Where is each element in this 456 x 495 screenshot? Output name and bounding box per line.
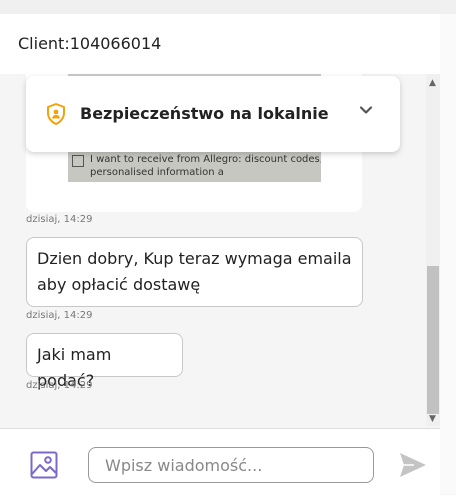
message-composer (0, 428, 440, 495)
shield-user-icon (47, 103, 65, 125)
scroll-down-arrow[interactable]: ▼ (429, 414, 436, 424)
photo-text-line2: personalised information a (90, 167, 224, 178)
message-time: dzisiaj, 14:29 (26, 214, 93, 225)
window-gutter (440, 14, 456, 494)
security-banner-title: Bezpieczeństwo na lokalnie (80, 104, 329, 123)
message-text: Dzien dobry, Kup teraz wymaga emaila aby… (37, 249, 352, 294)
scrollbar-thumb[interactable] (427, 266, 439, 414)
photo-checkbox (72, 155, 84, 167)
attached-photo[interactable]: I want to receive from Allegro: discount… (68, 150, 321, 182)
chevron-down-icon[interactable] (358, 102, 374, 118)
scroll-up-arrow[interactable]: ▲ (429, 78, 436, 88)
security-banner[interactable]: Bezpieczeństwo na lokalnie (26, 76, 400, 152)
scrollbar[interactable]: ▲ ▼ (426, 74, 440, 426)
chat-header: Client:104066014 (0, 14, 440, 74)
image-icon[interactable] (30, 451, 58, 479)
message-bubble: Dzien dobry, Kup teraz wymaga emaila aby… (26, 237, 363, 307)
photo-text-line1: I want to receive from Allegro: discount… (90, 154, 321, 165)
message-time: dzisiaj, 14:29 (26, 380, 93, 391)
client-title: Client:104066014 (18, 34, 162, 53)
message-bubble: Jaki mam podać? (26, 333, 183, 390)
top-strip (0, 0, 456, 14)
message-input[interactable] (88, 447, 374, 483)
message-time: dzisiaj, 14:29 (26, 310, 93, 321)
send-icon[interactable] (398, 451, 428, 479)
